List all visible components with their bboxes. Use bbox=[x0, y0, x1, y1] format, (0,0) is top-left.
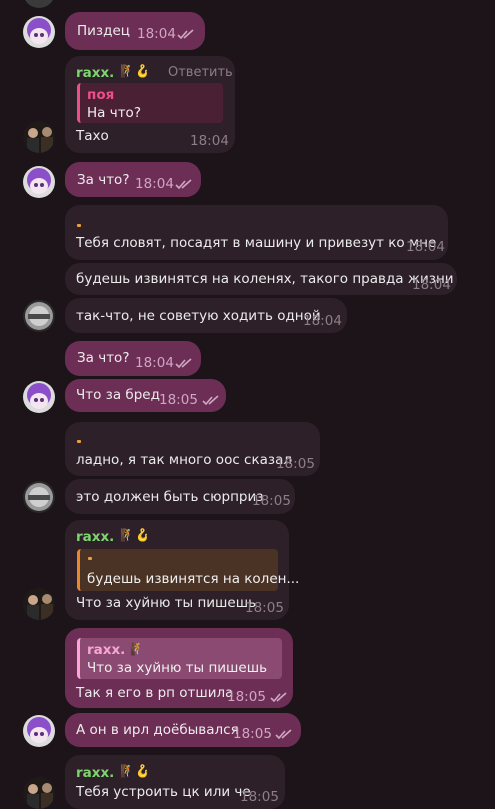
read-checkmarks-icon bbox=[202, 395, 219, 405]
message-time: 18:05 bbox=[159, 392, 198, 408]
message-text: Что за бред bbox=[76, 387, 160, 403]
message-bubble[interactable]: это должен быть сюрприз 18:05 bbox=[65, 479, 295, 514]
message-text: Что за хуйню ты пишешь bbox=[76, 595, 257, 611]
sender-name-dot[interactable] bbox=[77, 224, 81, 227]
quote-author: поя bbox=[87, 87, 115, 103]
avatar-dark-portrait[interactable] bbox=[23, 588, 55, 620]
message-time: 18:05 bbox=[240, 789, 279, 805]
reply-quote[interactable]: raxx. 🧗 Что за хуйню ты пишешь bbox=[77, 638, 282, 679]
message-text: будешь извинятся на коленях, такого прав… bbox=[76, 271, 454, 287]
read-checkmarks-icon bbox=[175, 179, 192, 189]
message-time: 18:05 bbox=[252, 493, 291, 509]
message-text: Тебя устроить цк или че bbox=[76, 784, 251, 800]
quote-author: raxx. bbox=[87, 642, 126, 658]
message-bubble[interactable]: А он в ирл доёбывался 18:05 bbox=[65, 713, 301, 747]
message-bubble[interactable]: raxx. 🧗🪝 будешь извинятся на колен... Чт… bbox=[65, 520, 299, 620]
message-text: ладно, я так много оос сказал bbox=[76, 452, 292, 468]
avatar-purple-hair[interactable] bbox=[23, 381, 55, 413]
avatar-partial[interactable] bbox=[23, 0, 55, 8]
read-checkmarks-icon bbox=[175, 358, 192, 368]
message-text: За что? bbox=[77, 172, 130, 188]
sender-badges: 🧗🪝 bbox=[120, 528, 150, 542]
message-time: 18:04 bbox=[137, 26, 176, 42]
message-time: 18:04 bbox=[406, 239, 445, 255]
avatar-purple-hair[interactable] bbox=[23, 16, 55, 48]
message-time: 18:04 bbox=[135, 176, 174, 192]
message-text: А он в ирл доёбывался bbox=[76, 722, 239, 738]
reply-quote[interactable]: будешь извинятся на колен... bbox=[77, 549, 299, 591]
message-time: 18:05 bbox=[227, 689, 266, 705]
avatar-metallic-logo[interactable] bbox=[23, 300, 55, 332]
message-time: 18:04 bbox=[135, 355, 174, 371]
message-text: За что? bbox=[77, 350, 130, 366]
message-bubble[interactable]: Что за бред 18:05 bbox=[65, 379, 226, 412]
message-bubble[interactable]: За что? 18:04 bbox=[65, 341, 201, 376]
sender-badges: 🧗🪝 bbox=[120, 64, 150, 78]
quote-text: Что за хуйню ты пишешь bbox=[87, 660, 268, 676]
read-checkmarks-icon bbox=[270, 692, 287, 702]
message-text: Так я его в рп отшила bbox=[76, 685, 234, 701]
avatar-purple-hair[interactable] bbox=[23, 715, 55, 747]
message-bubble[interactable]: За что? 18:04 bbox=[65, 162, 201, 197]
sender-name[interactable]: raxx. bbox=[76, 64, 114, 82]
sender-badges: 🧗🪝 bbox=[120, 764, 150, 778]
message-bubble[interactable]: так-что, не советую ходить одной 18:04 bbox=[65, 298, 347, 333]
message-time: 18:05 bbox=[245, 600, 284, 616]
quote-text: На что? bbox=[87, 105, 141, 121]
message-bubble[interactable]: Пиздец 18:04 bbox=[65, 12, 205, 50]
message-bubble[interactable]: ладно, я так много оос сказал 18:05 bbox=[65, 422, 320, 476]
message-time: 18:05 bbox=[276, 456, 315, 472]
message-text: так-что, не советую ходить одной bbox=[76, 308, 321, 324]
message-bubble[interactable]: Тебя словят, посадят в машину и привезут… bbox=[65, 205, 448, 260]
message-time: 18:04 bbox=[303, 313, 342, 329]
message-bubble[interactable]: raxx. 🧗🪝 Ответить поя На что? Тахо 18:04 bbox=[65, 56, 235, 153]
message-time: 18:05 bbox=[233, 726, 272, 742]
message-time: 18:04 bbox=[190, 133, 229, 149]
message-bubble[interactable]: raxx. 🧗 Что за хуйню ты пишешь Так я его… bbox=[65, 628, 293, 708]
sender-name[interactable]: raxx. bbox=[76, 528, 114, 546]
reply-link[interactable]: Ответить bbox=[168, 64, 233, 82]
quote-text: будешь извинятся на колен... bbox=[87, 571, 300, 587]
message-bubble[interactable]: raxx. 🧗🪝 Тебя устроить цк или че 18:05 bbox=[65, 755, 285, 809]
avatar-dark-portrait[interactable] bbox=[23, 121, 55, 153]
sender-name[interactable]: raxx. bbox=[76, 764, 114, 782]
sender-name-dot[interactable] bbox=[77, 440, 81, 443]
message-text: Тахо bbox=[76, 128, 109, 144]
message-text: это должен быть сюрприз bbox=[76, 489, 264, 505]
chat-history[interactable]: Пиздец 18:04 raxx. 🧗🪝 Ответить поя На чт… bbox=[0, 0, 495, 809]
avatar-metallic-logo[interactable] bbox=[23, 481, 55, 513]
reply-quote[interactable]: поя На что? bbox=[77, 83, 223, 123]
message-bubble[interactable]: будешь извинятся на коленях, такого прав… bbox=[65, 263, 457, 295]
avatar-dark-portrait[interactable] bbox=[23, 777, 55, 809]
message-time: 18:04 bbox=[412, 277, 451, 293]
read-checkmarks-icon bbox=[275, 729, 292, 739]
avatar-purple-hair[interactable] bbox=[23, 166, 55, 198]
read-checkmarks-icon bbox=[177, 29, 194, 39]
message-text: Тебя словят, посадят в машину и привезут… bbox=[76, 235, 437, 251]
quote-author-badge: 🧗 bbox=[130, 642, 145, 656]
quote-author bbox=[88, 557, 92, 560]
message-text: Пиздец bbox=[77, 23, 130, 39]
